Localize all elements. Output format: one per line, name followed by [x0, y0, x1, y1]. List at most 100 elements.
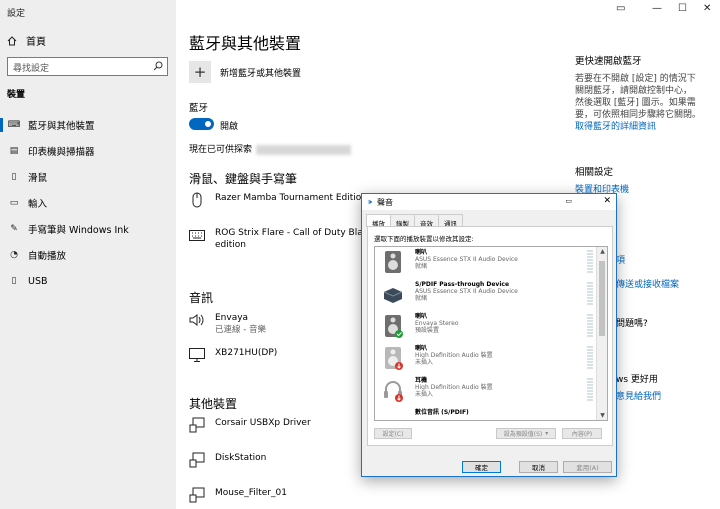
usb-icon: ▯	[11, 276, 17, 286]
bluetooth-state: 開啟	[220, 122, 239, 132]
speaker-default-icon	[385, 315, 403, 338]
device-name: 數位音訊 (S/PDIF)	[415, 409, 469, 416]
generic-device-icon	[189, 487, 205, 503]
sidebar-item-typing[interactable]: ▭ 輸入	[0, 192, 176, 214]
add-device-label: 新增藍牙或其他裝置	[220, 68, 302, 79]
device-status: 就緒	[415, 263, 428, 270]
maximize-icon[interactable]: ☐	[678, 3, 687, 14]
sound-dialog: 🕩 聲音 ▭ ✕ 播放 錄製 音效 通訊 選取下面的播放裝置以修改其設定: 喇叭…	[361, 193, 617, 477]
nav-home[interactable]: 首頁	[7, 33, 46, 48]
close-icon[interactable]: ✕	[603, 196, 611, 206]
list-item[interactable]: S/PDIF Pass-through Device ASUS Essence …	[375, 279, 597, 310]
sidebar-item-mouse[interactable]: ▯ 滑鼠	[0, 166, 176, 188]
add-device-button[interactable]: + 新增藍牙或其他裝置	[189, 61, 301, 83]
feedback-link[interactable]: 意見給我們	[616, 391, 720, 403]
partial-link[interactable]: 項	[616, 255, 720, 267]
device-desc: High Definition Audio 裝置	[415, 384, 493, 391]
sidebar-item-label: 輸入	[28, 199, 48, 210]
device-list[interactable]: 喇叭 ASUS Essence STX II Audio Device 就緒 S…	[374, 246, 608, 421]
list-item[interactable]: 喇叭 ASUS Essence STX II Audio Device 就緒	[375, 247, 597, 278]
device-status: 未插入	[415, 359, 434, 366]
device-item[interactable]: XB271HU(DP)	[189, 347, 277, 363]
sidebar-item-autoplay[interactable]: ◔ 自動播放	[0, 244, 176, 266]
device-name: S/PDIF Pass-through Device	[415, 281, 510, 288]
window-title: 設定	[7, 9, 26, 19]
minimize-icon[interactable]: —	[652, 3, 662, 14]
search-input[interactable]: 尋找設定	[7, 57, 168, 76]
pin-icon[interactable]: ▭	[616, 3, 625, 14]
device-name: 耳機	[415, 377, 428, 384]
instruction-text: 選取下面的播放裝置以修改其設定:	[374, 235, 474, 243]
blurred-device-name	[256, 144, 352, 155]
dialog-title: 聲音	[377, 197, 394, 207]
device-desc: ASUS Essence STX II Audio Device	[415, 256, 518, 263]
set-default-button[interactable]: 設為預設值(S) ▾	[496, 428, 556, 439]
device-desc: High Definition Audio 裝置	[415, 352, 493, 359]
partial-heading: 問題嗎?	[616, 319, 648, 329]
more-info-link[interactable]: 取得藍牙的詳細資訊	[575, 121, 715, 133]
related-settings-panel: 相關設定 裝置和印表機	[575, 167, 715, 196]
sidebar-item-label: 印表機與掃描器	[28, 147, 95, 158]
apply-button[interactable]: 套用(A)	[563, 461, 612, 473]
scroll-up-icon[interactable]: ▲	[597, 248, 607, 255]
partial-heading: ws 更好用	[616, 375, 658, 385]
list-item[interactable]: 耳機 High Definition Audio 裝置 未插入	[375, 375, 597, 406]
mouse-icon	[189, 192, 205, 208]
device-item[interactable]: DiskStation	[189, 452, 266, 468]
properties-button[interactable]: 內容(P)	[562, 428, 602, 439]
sidebar-item-label: 滑鼠	[28, 173, 48, 184]
playback-panel: 選取下面的播放裝置以修改其設定: 喇叭 ASUS Essence STX II …	[367, 226, 613, 446]
device-name: Razer Mamba Tournament Edition	[215, 193, 368, 203]
sidebar-item-usb[interactable]: ▯ USB	[0, 270, 176, 292]
home-icon	[7, 35, 17, 45]
device-name: XB271HU(DP)	[215, 348, 278, 358]
faster-desc-line: 關閉藍牙，請開啟控制中心，	[575, 86, 693, 96]
device-name: Mouse_Filter_01	[215, 488, 287, 498]
autoplay-icon: ◔	[10, 250, 18, 260]
cancel-button[interactable]: 取消	[519, 461, 558, 473]
audio-section-title: 音訊	[189, 291, 214, 305]
sidebar-item-pen[interactable]: ✎ 手寫筆與 Windows Ink	[0, 218, 176, 240]
level-meter	[587, 282, 593, 306]
device-item[interactable]: ROG Strix Flare - Call of Duty Black edi…	[189, 227, 373, 251]
pin-icon[interactable]: ▭	[565, 197, 572, 205]
scroll-down-icon[interactable]: ▼	[597, 412, 607, 419]
search-placeholder: 尋找設定	[13, 64, 50, 74]
scroll-thumb[interactable]	[599, 261, 605, 336]
list-scrollbar[interactable]: ▲ ▼	[596, 247, 607, 420]
search-icon[interactable]	[153, 61, 163, 71]
keyboard-icon: ▭	[9, 198, 19, 208]
faster-desc-line: 要，可依照相同步驟將它關閉。	[575, 110, 702, 120]
sidebar-item-label: 手寫筆與 Windows Ink	[28, 225, 129, 236]
device-name: Envaya	[215, 313, 249, 323]
device-name: 喇叭	[415, 313, 428, 320]
device-name: DiskStation	[215, 453, 267, 463]
sidebar-item-label: 藍牙與其他裝置	[28, 121, 95, 132]
device-item[interactable]: Mouse_Filter_01	[189, 487, 287, 503]
sidebar-item-printers[interactable]: ▤ 印表機與掃描器	[0, 140, 176, 162]
bluetooth-toggle[interactable]	[189, 118, 214, 130]
dialog-tabs: 播放 錄製 音效 通訊	[362, 210, 616, 228]
sidebar-item-bluetooth[interactable]: ⌨ 藍牙與其他裝置	[0, 114, 176, 136]
close-icon[interactable]: ✕	[703, 3, 711, 14]
device-item[interactable]: Corsair USBXp Driver	[189, 417, 311, 433]
list-item[interactable]: 喇叭 High Definition Audio 裝置 未插入	[375, 343, 597, 374]
sidebar-item-label: USB	[28, 275, 48, 287]
dialog-titlebar[interactable]: 🕩 聲音 ▭ ✕	[362, 194, 616, 210]
pen-icon: ✎	[10, 224, 18, 234]
device-item[interactable]: Envaya 已連線 - 音樂	[189, 312, 266, 336]
device-status: 就緒	[415, 295, 428, 302]
device-name-line2: edition	[215, 240, 246, 250]
device-name: ROG Strix Flare - Call of Duty Black	[215, 228, 373, 238]
mouse-section-title: 滑鼠、鍵盤與手寫筆	[189, 172, 298, 186]
list-item[interactable]: 數位音訊 (S/PDIF)	[375, 407, 597, 420]
list-item[interactable]: 喇叭 Envaya Stereo 預設裝置	[375, 311, 597, 342]
dropdown-arrow-icon: ▾	[545, 430, 549, 437]
device-status: 已連線 - 音樂	[215, 325, 266, 335]
configure-button[interactable]: 設定(C)	[374, 428, 412, 439]
device-item[interactable]: Razer Mamba Tournament Edition	[189, 192, 367, 208]
send-receive-link[interactable]: 傳送或接收檔案	[616, 279, 720, 291]
page-title: 藍牙與其他裝置	[189, 34, 302, 53]
bluetooth-label: 藍牙	[189, 103, 209, 114]
ok-button[interactable]: 確定	[462, 461, 501, 473]
